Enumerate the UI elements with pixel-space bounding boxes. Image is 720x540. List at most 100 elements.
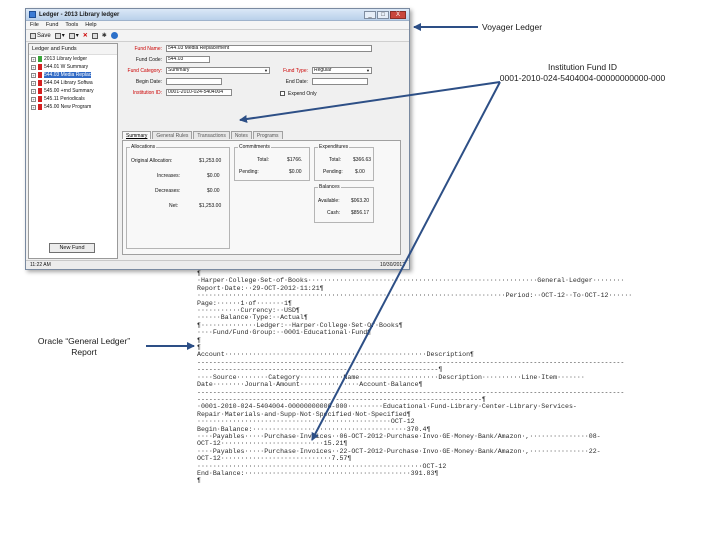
tab-transactions[interactable]: Transactions — [193, 131, 230, 139]
report-line: OCT-12··························15.21¶ — [197, 440, 348, 448]
title-bar[interactable]: Ledger - 2013 Library ledger _ □ X — [26, 9, 409, 21]
expenditures-total-label: Total: — [329, 157, 341, 163]
tab-programs[interactable]: Programs — [252, 131, 283, 139]
copy-button[interactable]: ▾ — [68, 32, 79, 39]
expand-icon[interactable]: + — [31, 104, 36, 110]
decreases-label: Decreases: — [155, 188, 181, 194]
tab-general-rules[interactable]: General Rules — [152, 131, 193, 139]
tree-item[interactable]: +2013 Library ledger — [29, 55, 117, 63]
tree-item-label: 545.00 New Program — [44, 104, 92, 110]
fund-type-select[interactable]: Regular — [312, 67, 372, 74]
tree-item[interactable]: +544.03 Media Replac — [29, 71, 117, 79]
menu-file[interactable]: File — [30, 22, 39, 28]
allocations-group: Allocations Original Allocation: $1,253.… — [126, 144, 230, 249]
tree-item[interactable]: +545.00 New Program — [29, 103, 117, 111]
fund-name-input[interactable]: 544.03 Media Replacement — [166, 45, 372, 52]
maximize-button[interactable]: □ — [377, 10, 389, 19]
status-time: 11:22 AM — [30, 262, 51, 268]
close-button[interactable]: X — [390, 10, 406, 19]
commitments-total-label: Total: — [257, 157, 269, 163]
expand-icon[interactable]: + — [31, 56, 36, 62]
status-bar: 11:22 AM 10/30/2012 — [26, 260, 409, 269]
window-controls: _ □ X — [364, 10, 406, 19]
report-line: ····Source········Category···········Nam… — [197, 373, 585, 381]
tree-item-label: 545.00 +rnd Summary — [44, 88, 94, 94]
expand-icon[interactable]: + — [31, 96, 36, 102]
report-line: Page:······1·of·······1¶ — [197, 299, 292, 307]
report-line: Begin·Balance:··························… — [197, 425, 431, 433]
expend-only-checkbox[interactable] — [280, 91, 285, 96]
flag-icon — [38, 72, 42, 78]
expand-icon[interactable]: + — [31, 72, 36, 78]
fund-code-input[interactable]: 544.03 — [166, 56, 210, 63]
tree-item-label: 544.04 Library Softwa — [44, 80, 93, 86]
original-allocation-label: Original Allocation: — [131, 158, 173, 164]
report-line: ········································… — [197, 462, 447, 470]
balances-title: Balances — [318, 184, 341, 190]
decreases-value: $0.00 — [207, 188, 220, 194]
copy-icon — [68, 32, 75, 39]
star-button[interactable]: ✱ — [102, 32, 107, 39]
tree-item[interactable]: +545.00 +rnd Summary — [29, 87, 117, 95]
balances-group: Balances Available: $063.20 Cash: $856.1… — [314, 184, 374, 223]
begin-date-input[interactable] — [166, 78, 222, 85]
save-button[interactable]: Save — [30, 32, 51, 39]
tree-item-label: 544.01 W Summary — [44, 64, 89, 70]
institution-callout-line1: Institution Fund ID — [548, 62, 617, 72]
report-line: ······Balance·Type:··Actual¶ — [197, 314, 308, 322]
tree-header: Ledger and Funds — [29, 44, 117, 55]
end-date-input[interactable] — [312, 78, 368, 85]
expand-icon[interactable]: + — [31, 88, 36, 94]
expenditures-pending-value: $.00 — [355, 169, 365, 175]
toolbar: Save ▾ ▾ ✕ ✱ — [26, 30, 409, 42]
voyager-ledger-window: Ledger - 2013 Library ledger _ □ X File … — [25, 8, 410, 270]
new-button[interactable]: ▾ — [54, 32, 65, 39]
flag-icon — [38, 96, 42, 102]
fund-type-label: Fund Type: — [283, 68, 308, 74]
institution-id-input[interactable]: 0001-2010-024-5404004 — [166, 89, 232, 96]
tree-item[interactable]: +544.01 W Summary — [29, 63, 117, 71]
tab-summary[interactable]: Summary — [122, 131, 152, 139]
star-icon: ✱ — [101, 33, 107, 39]
fund-category-select[interactable]: Summary — [166, 67, 270, 74]
report-line: ·0001-2010-024-5404004-00000000000-000··… — [197, 403, 577, 411]
expand-icon[interactable]: + — [31, 64, 36, 70]
tree-item[interactable]: +544.04 Library Softwa — [29, 79, 117, 87]
report-line: ···········Currency:··USD¶ — [197, 307, 300, 315]
tab-notes[interactable]: Notes — [230, 131, 252, 139]
menu-help[interactable]: Help — [85, 22, 96, 28]
oracle-report-callout: Oracle “General Ledger” Report — [24, 336, 144, 357]
minimize-button[interactable]: _ — [364, 10, 376, 19]
report-line: ----------------------------------------… — [197, 358, 625, 366]
new-fund-button[interactable]: New Fund — [49, 243, 95, 253]
report-line: ········································… — [197, 292, 633, 300]
globe-icon — [110, 32, 118, 39]
print-icon — [91, 32, 98, 39]
report-line: Repair·Materials·and·Supp·Not·Specified·… — [197, 410, 411, 418]
menu-fund[interactable]: Fund — [46, 22, 59, 28]
tree-item[interactable]: +545.11 Periodicals — [29, 95, 117, 103]
report-line: ¶ — [197, 336, 201, 344]
print-button[interactable] — [91, 32, 98, 39]
menu-tools[interactable]: Tools — [65, 22, 78, 28]
window-title: Ledger - 2013 Library ledger — [39, 11, 120, 18]
tree-items: +2013 Library ledger +544.01 W Summary +54… — [29, 55, 117, 111]
expand-icon[interactable]: + — [31, 80, 36, 86]
commitments-total-value: $1766. — [287, 157, 303, 163]
report-line: ·Harper·College·Set·of·Books············… — [197, 277, 625, 285]
fund-form: Fund Name: 544.03 Media Replacement Fund… — [122, 43, 407, 259]
status-date: 10/30/2012 — [379, 262, 405, 268]
slide: Ledger - 2013 Library ledger _ □ X File … — [0, 0, 720, 540]
menu-bar: File Fund Tools Help — [26, 21, 409, 30]
increases-value: $0.00 — [207, 173, 220, 179]
delete-button[interactable]: ✕ — [83, 32, 88, 39]
app-icon — [29, 11, 36, 18]
globe-button[interactable] — [110, 32, 118, 39]
tab-strip: Summary General Rules Transactions Notes… — [122, 131, 401, 140]
expenditures-total-value: $366.63 — [353, 157, 372, 163]
available-value: $063.20 — [351, 198, 370, 204]
flag-icon — [38, 104, 42, 110]
report-line: Account·································… — [197, 351, 474, 359]
expend-only-label: Expend Only — [288, 91, 317, 97]
oracle-callout-line1: Oracle “General Ledger” — [37, 336, 131, 346]
